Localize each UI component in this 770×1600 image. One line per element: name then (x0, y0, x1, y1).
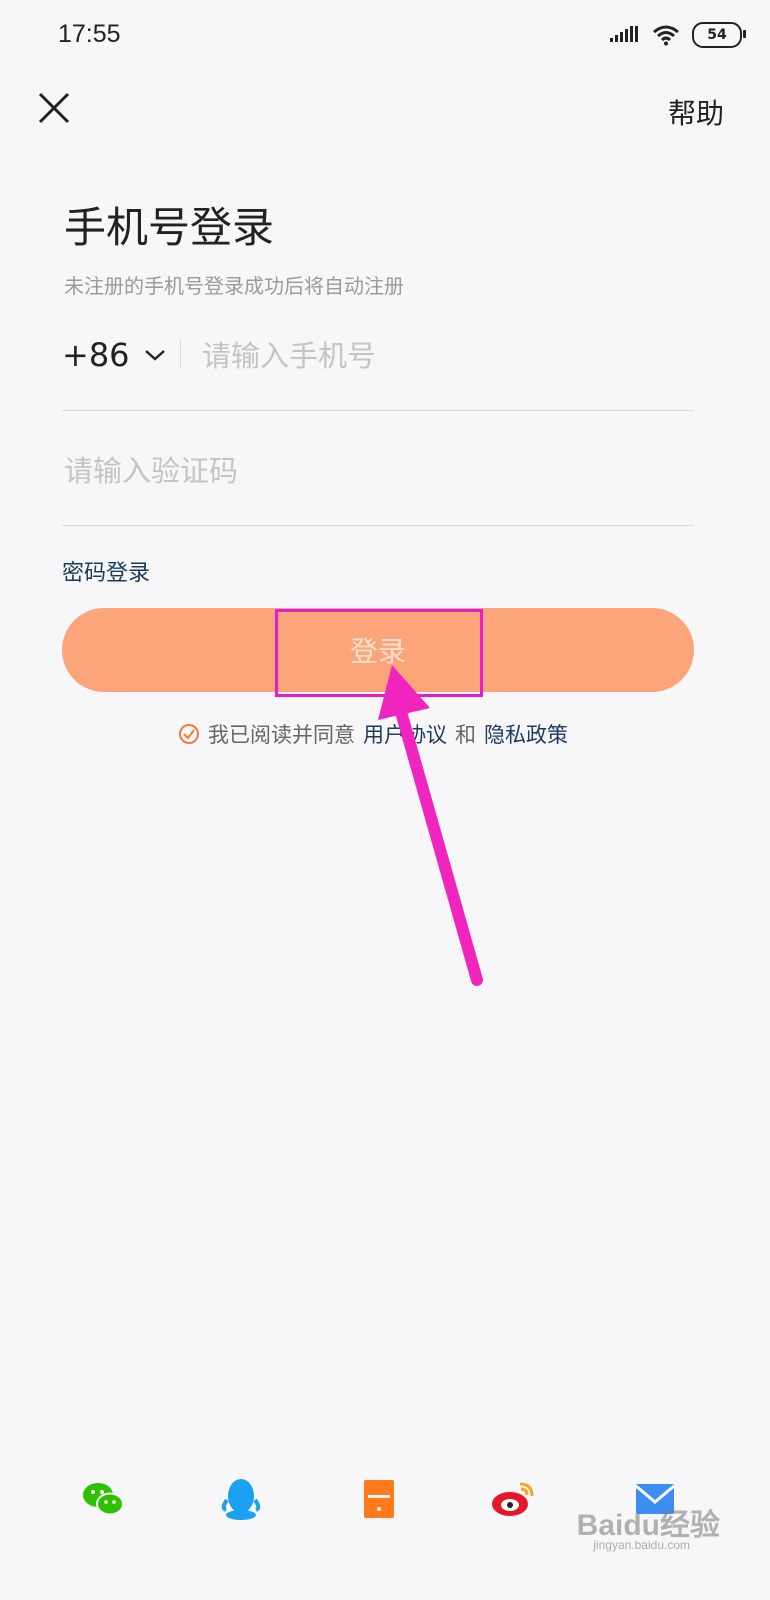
signal-icon (610, 26, 638, 42)
status-bar: 17:55 54 (0, 0, 770, 70)
agreement-prefix: 我已阅读并同意 (208, 723, 355, 747)
phone-number-row: +86 (62, 330, 694, 411)
user-agreement-link[interactable]: 用户协议 (363, 719, 447, 749)
password-login-link[interactable]: 密码登录 (62, 555, 150, 587)
status-time: 17:55 (58, 20, 121, 48)
close-icon (38, 92, 70, 124)
page-subtitle: 未注册的手机号登录成功后将自动注册 (64, 274, 404, 298)
phone-number-input[interactable] (200, 330, 684, 382)
watermark-url: jingyan.baidu.com (593, 1538, 690, 1552)
status-icons: 54 (610, 22, 746, 48)
help-link[interactable]: 帮助 (668, 92, 724, 132)
battery-level: 54 (707, 27, 727, 43)
chevron-down-icon (144, 350, 165, 361)
page-title: 手机号登录 (64, 203, 275, 252)
privacy-policy-link[interactable]: 隐私政策 (484, 719, 568, 749)
country-code-selector[interactable]: +86 (62, 336, 166, 374)
wechat-icon[interactable] (80, 1476, 126, 1522)
country-code-value: +86 (62, 336, 130, 374)
qq-icon[interactable] (218, 1476, 264, 1522)
battery-indicator: 54 (692, 22, 746, 48)
verification-code-row (62, 445, 694, 526)
login-button[interactable]: 登录 (62, 608, 694, 692)
agreement-row: 我已阅读并同意 用户协议和隐私政策 (178, 719, 568, 749)
wifi-icon (653, 25, 679, 46)
verification-code-input[interactable] (62, 445, 686, 497)
weibo-icon[interactable] (490, 1476, 536, 1522)
agreement-and: 和 (455, 723, 476, 747)
close-button[interactable] (34, 88, 74, 128)
input-divider (180, 340, 181, 368)
phone-login-icon[interactable] (356, 1476, 402, 1522)
checkbox-checked-icon[interactable] (178, 723, 200, 745)
